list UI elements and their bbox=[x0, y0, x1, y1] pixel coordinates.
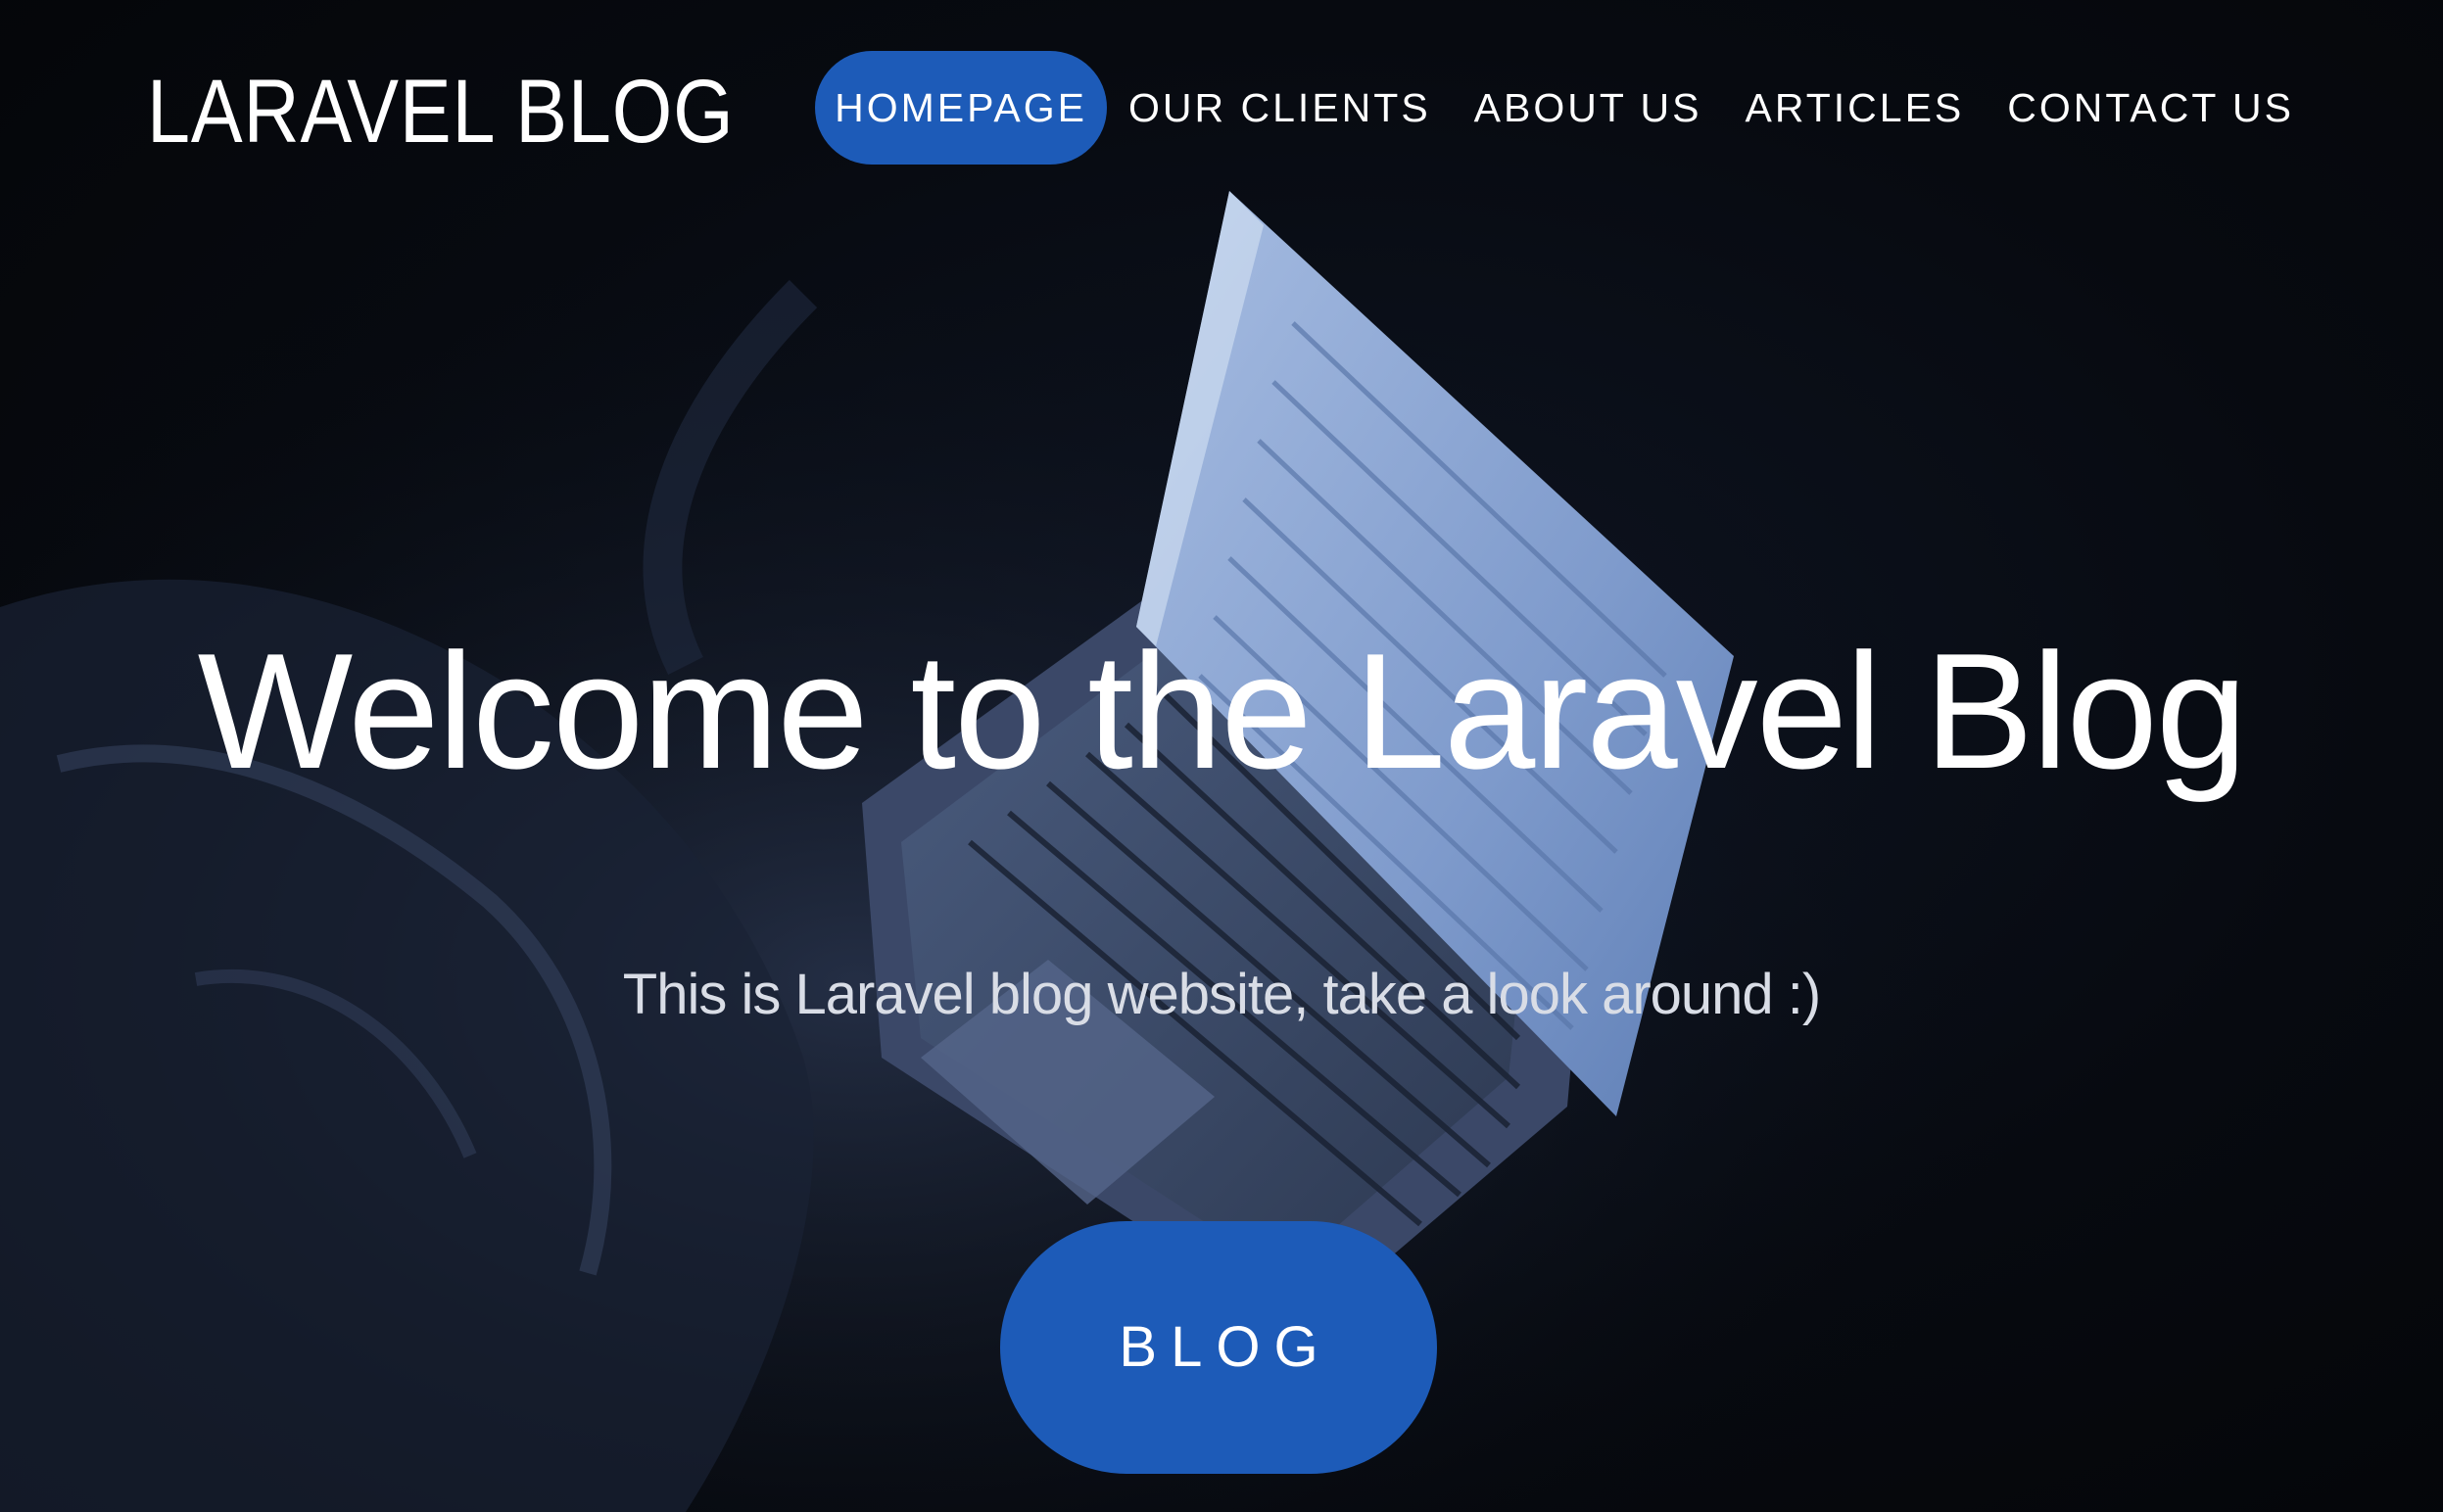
nav-item-articles[interactable]: ARTICLES bbox=[1724, 51, 1987, 165]
nav-item-contact-us[interactable]: CONTACT US bbox=[1986, 51, 2316, 165]
nav-item-homepage[interactable]: HOMEPAGE bbox=[815, 51, 1108, 165]
hero-subline: This is Laravel blog website, take a loo… bbox=[622, 963, 1821, 1026]
hero-section: LARAVEL BLOG HOMEPAGE OUR CLIENTS ABOUT … bbox=[0, 0, 2443, 1512]
site-logo[interactable]: LARAVEL BLOG bbox=[147, 61, 735, 164]
nav-item-our-clients[interactable]: OUR CLIENTS bbox=[1107, 51, 1453, 165]
site-header: LARAVEL BLOG HOMEPAGE OUR CLIENTS ABOUT … bbox=[0, 0, 2443, 225]
blog-button[interactable]: BLOG bbox=[1000, 1221, 1437, 1474]
main-nav: HOMEPAGE OUR CLIENTS ABOUT US ARTICLES C… bbox=[815, 51, 2316, 165]
hero-headline: Welcome to the Laravel Blog bbox=[197, 619, 2248, 803]
nav-item-about-us[interactable]: ABOUT US bbox=[1453, 51, 1724, 165]
